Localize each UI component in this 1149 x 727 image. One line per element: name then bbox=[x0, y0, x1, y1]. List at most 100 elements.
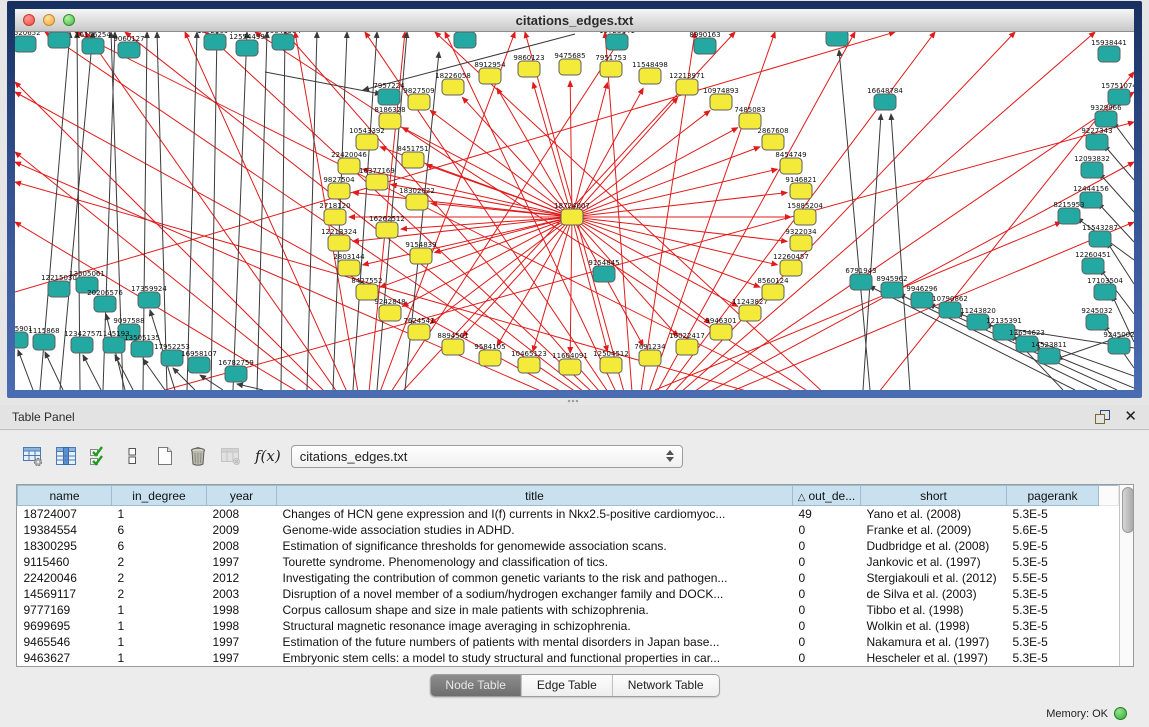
column-header-title[interactable]: title bbox=[277, 486, 793, 506]
network-window-titlebar[interactable]: citations_edges.txt bbox=[15, 9, 1134, 32]
column-header-out-degree[interactable]: △out_de... bbox=[793, 486, 861, 506]
graph-node-teal[interactable]: 7957224 bbox=[373, 82, 405, 105]
table-row[interactable]: 1456911722003Disruption of a novel membe… bbox=[18, 586, 1119, 602]
graph-node-yellow[interactable]: 12213971 bbox=[669, 72, 705, 95]
table-row[interactable]: 1938455462009Genome-wide association stu… bbox=[18, 522, 1119, 538]
column-header-year[interactable]: year bbox=[207, 486, 277, 506]
close-window-button[interactable] bbox=[23, 14, 35, 26]
graph-node-teal[interactable]: 15751074 bbox=[1101, 82, 1134, 105]
table-row[interactable]: 1830029562008Estimation of significance … bbox=[18, 538, 1119, 554]
table-row[interactable]: 911546021997Tourette syndrome. Phenomeno… bbox=[18, 554, 1119, 570]
new-table-icon[interactable] bbox=[152, 443, 178, 469]
graph-node-teal[interactable]: 12260451 bbox=[1075, 251, 1111, 274]
function-builder-icon[interactable]: f(x) bbox=[255, 447, 281, 465]
table-select-dropdown[interactable]: citations_edges.txt bbox=[291, 445, 683, 468]
table-row[interactable]: 946362711997Embryonic stem cells: a mode… bbox=[18, 650, 1119, 666]
graph-node-teal[interactable]: 16782759 bbox=[218, 359, 254, 382]
tab-edge-table[interactable]: Edge Table bbox=[521, 675, 612, 696]
graph-node-teal[interactable]: 12215030 bbox=[41, 274, 77, 297]
graph-node-teal[interactable]: 16156254 bbox=[75, 32, 111, 54]
node-table-body[interactable]: 1872400712008Changes of HCN gene express… bbox=[18, 506, 1119, 667]
graph-node-yellow[interactable]: 8560124 bbox=[757, 277, 789, 300]
graph-node-teal[interactable]: 9227343 bbox=[1081, 127, 1112, 150]
graph-node-teal[interactable]: 6791943 bbox=[845, 267, 876, 290]
graph-node-teal[interactable]: 9060127 bbox=[113, 35, 144, 58]
graph-node-yellow[interactable]: 2718120 bbox=[319, 202, 350, 225]
graph-node-yellow[interactable]: 16262512 bbox=[369, 215, 405, 238]
panel-splitter-handle[interactable] bbox=[567, 399, 579, 404]
network-window[interactable]: citations_edges.txt 18724007986012389129… bbox=[7, 1, 1142, 398]
graph-node-teal[interactable]: 9154845 bbox=[588, 259, 619, 282]
graph-node-yellow[interactable]: 8427552 bbox=[351, 277, 382, 300]
graph-node-teal[interactable]: 1115868 bbox=[28, 327, 59, 350]
table-row[interactable]: 2242004622012Investigating the contribut… bbox=[18, 570, 1119, 586]
graph-node-teal[interactable]: 16648784 bbox=[867, 87, 903, 110]
graph-node-teal[interactable]: 15723641 bbox=[599, 32, 635, 50]
row-height-icon[interactable] bbox=[119, 443, 145, 469]
graph-node-yellow[interactable]: 8186328 bbox=[374, 106, 405, 129]
graph-node-yellow[interactable]: 9154839 bbox=[405, 241, 436, 264]
graph-node-teal[interactable]: 20206576 bbox=[87, 289, 123, 312]
graph-node-teal[interactable]: 2520652 bbox=[15, 32, 41, 52]
graph-node-yellow[interactable]: 8451751 bbox=[397, 145, 428, 168]
graph-node-teal[interactable]: 18312504 bbox=[447, 32, 483, 48]
graph-node-yellow[interactable]: 8894561 bbox=[437, 332, 468, 355]
graph-node-teal[interactable]: 9245002 bbox=[1103, 331, 1134, 354]
graph-node-teal[interactable]: 12342757 bbox=[64, 330, 100, 353]
close-panel-icon[interactable]: ✕ bbox=[1124, 410, 1137, 424]
graph-node-teal[interactable]: 15938441 bbox=[1091, 39, 1127, 62]
graph-node-teal[interactable]: 9329966 bbox=[1090, 104, 1122, 127]
graph-node-yellow[interactable]: 8912954 bbox=[474, 61, 506, 84]
graph-node-yellow[interactable]: 2867608 bbox=[757, 127, 788, 150]
table-header-row[interactable]: name in_degree year title △out_de... sho… bbox=[18, 486, 1119, 506]
graph-node-yellow[interactable]: 12504512 bbox=[593, 350, 629, 373]
network-canvas[interactable]: 1872400798601238912954182260589827509818… bbox=[15, 32, 1134, 390]
graph-node-yellow[interactable]: 7951753 bbox=[595, 54, 626, 77]
graph-node-teal[interactable]: 15723694 bbox=[197, 32, 233, 50]
table-row[interactable]: 977716911998Corpus callosum shape and si… bbox=[18, 602, 1119, 618]
column-header-pagerank[interactable]: pagerank bbox=[1007, 486, 1099, 506]
graph-node-teal[interactable]: 8215953 bbox=[1053, 201, 1084, 224]
table-row[interactable]: 969969511998Structural magnetic resonanc… bbox=[18, 618, 1119, 634]
graph-node-yellow[interactable]: 10465123 bbox=[511, 350, 547, 373]
graph-node-yellow[interactable]: 12260457 bbox=[773, 253, 809, 276]
graph-node-yellow[interactable]: 10543392 bbox=[349, 127, 385, 150]
tab-node-table[interactable]: Node Table bbox=[430, 675, 521, 696]
graph-node-teal[interactable]: 8945962 bbox=[876, 275, 907, 298]
minimize-window-button[interactable] bbox=[43, 14, 55, 26]
graph-node-teal[interactable]: 17359924 bbox=[131, 285, 167, 308]
float-panel-icon[interactable] bbox=[1095, 410, 1110, 424]
graph-node-yellow[interactable]: 9827504 bbox=[323, 176, 355, 199]
graph-node-teal[interactable]: 16649304 bbox=[265, 32, 301, 50]
import-table-icon[interactable] bbox=[218, 443, 244, 469]
graph-node-yellow[interactable]: 11243827 bbox=[732, 298, 768, 321]
graph-node-teal[interactable]: 12093832 bbox=[1074, 155, 1110, 178]
graph-node-teal[interactable]: 12554499 bbox=[229, 33, 265, 56]
graph-node-yellow[interactable]: 9322034 bbox=[785, 228, 817, 251]
graph-node-yellow[interactable]: 7691234 bbox=[634, 343, 666, 366]
column-header-short[interactable]: short bbox=[861, 486, 1007, 506]
table-options-icon[interactable] bbox=[20, 443, 46, 469]
table-row[interactable]: 1872400712008Changes of HCN gene express… bbox=[18, 506, 1119, 522]
delete-table-icon[interactable] bbox=[185, 443, 211, 469]
column-header-in-degree[interactable]: in_degree bbox=[112, 486, 207, 506]
graph-node-yellow[interactable]: 9584105 bbox=[474, 343, 505, 366]
graph-node-yellow[interactable]: 9946301 bbox=[705, 317, 736, 340]
table-scrollbar[interactable] bbox=[1119, 485, 1133, 666]
graph-node-yellow[interactable]: 9860123 bbox=[513, 54, 544, 77]
graph-node-yellow[interactable]: 9242848 bbox=[374, 298, 405, 321]
table-row[interactable]: 946554611997Estimation of the future num… bbox=[18, 634, 1119, 650]
tab-network-table[interactable]: Network Table bbox=[612, 675, 719, 696]
table-scrollbar-thumb[interactable] bbox=[1122, 487, 1134, 533]
show-column-icon[interactable] bbox=[53, 443, 79, 469]
graph-node-teal[interactable]: 8990163 bbox=[689, 32, 720, 54]
graph-node-yellow[interactable]: 11548498 bbox=[632, 61, 668, 84]
graph-node-yellow[interactable]: 10022417 bbox=[669, 332, 705, 355]
graph-node-teal[interactable]: 1145193 bbox=[98, 330, 129, 353]
graph-node-teal[interactable]: 17103504 bbox=[1087, 277, 1123, 300]
zoom-window-button[interactable] bbox=[63, 14, 75, 26]
graph-node-teal[interactable]: 9245032 bbox=[1081, 307, 1112, 330]
select-columns-icon[interactable] bbox=[86, 443, 112, 469]
column-header-name[interactable]: name bbox=[18, 486, 112, 506]
graph-node-yellow[interactable]: 2803144 bbox=[333, 253, 365, 276]
